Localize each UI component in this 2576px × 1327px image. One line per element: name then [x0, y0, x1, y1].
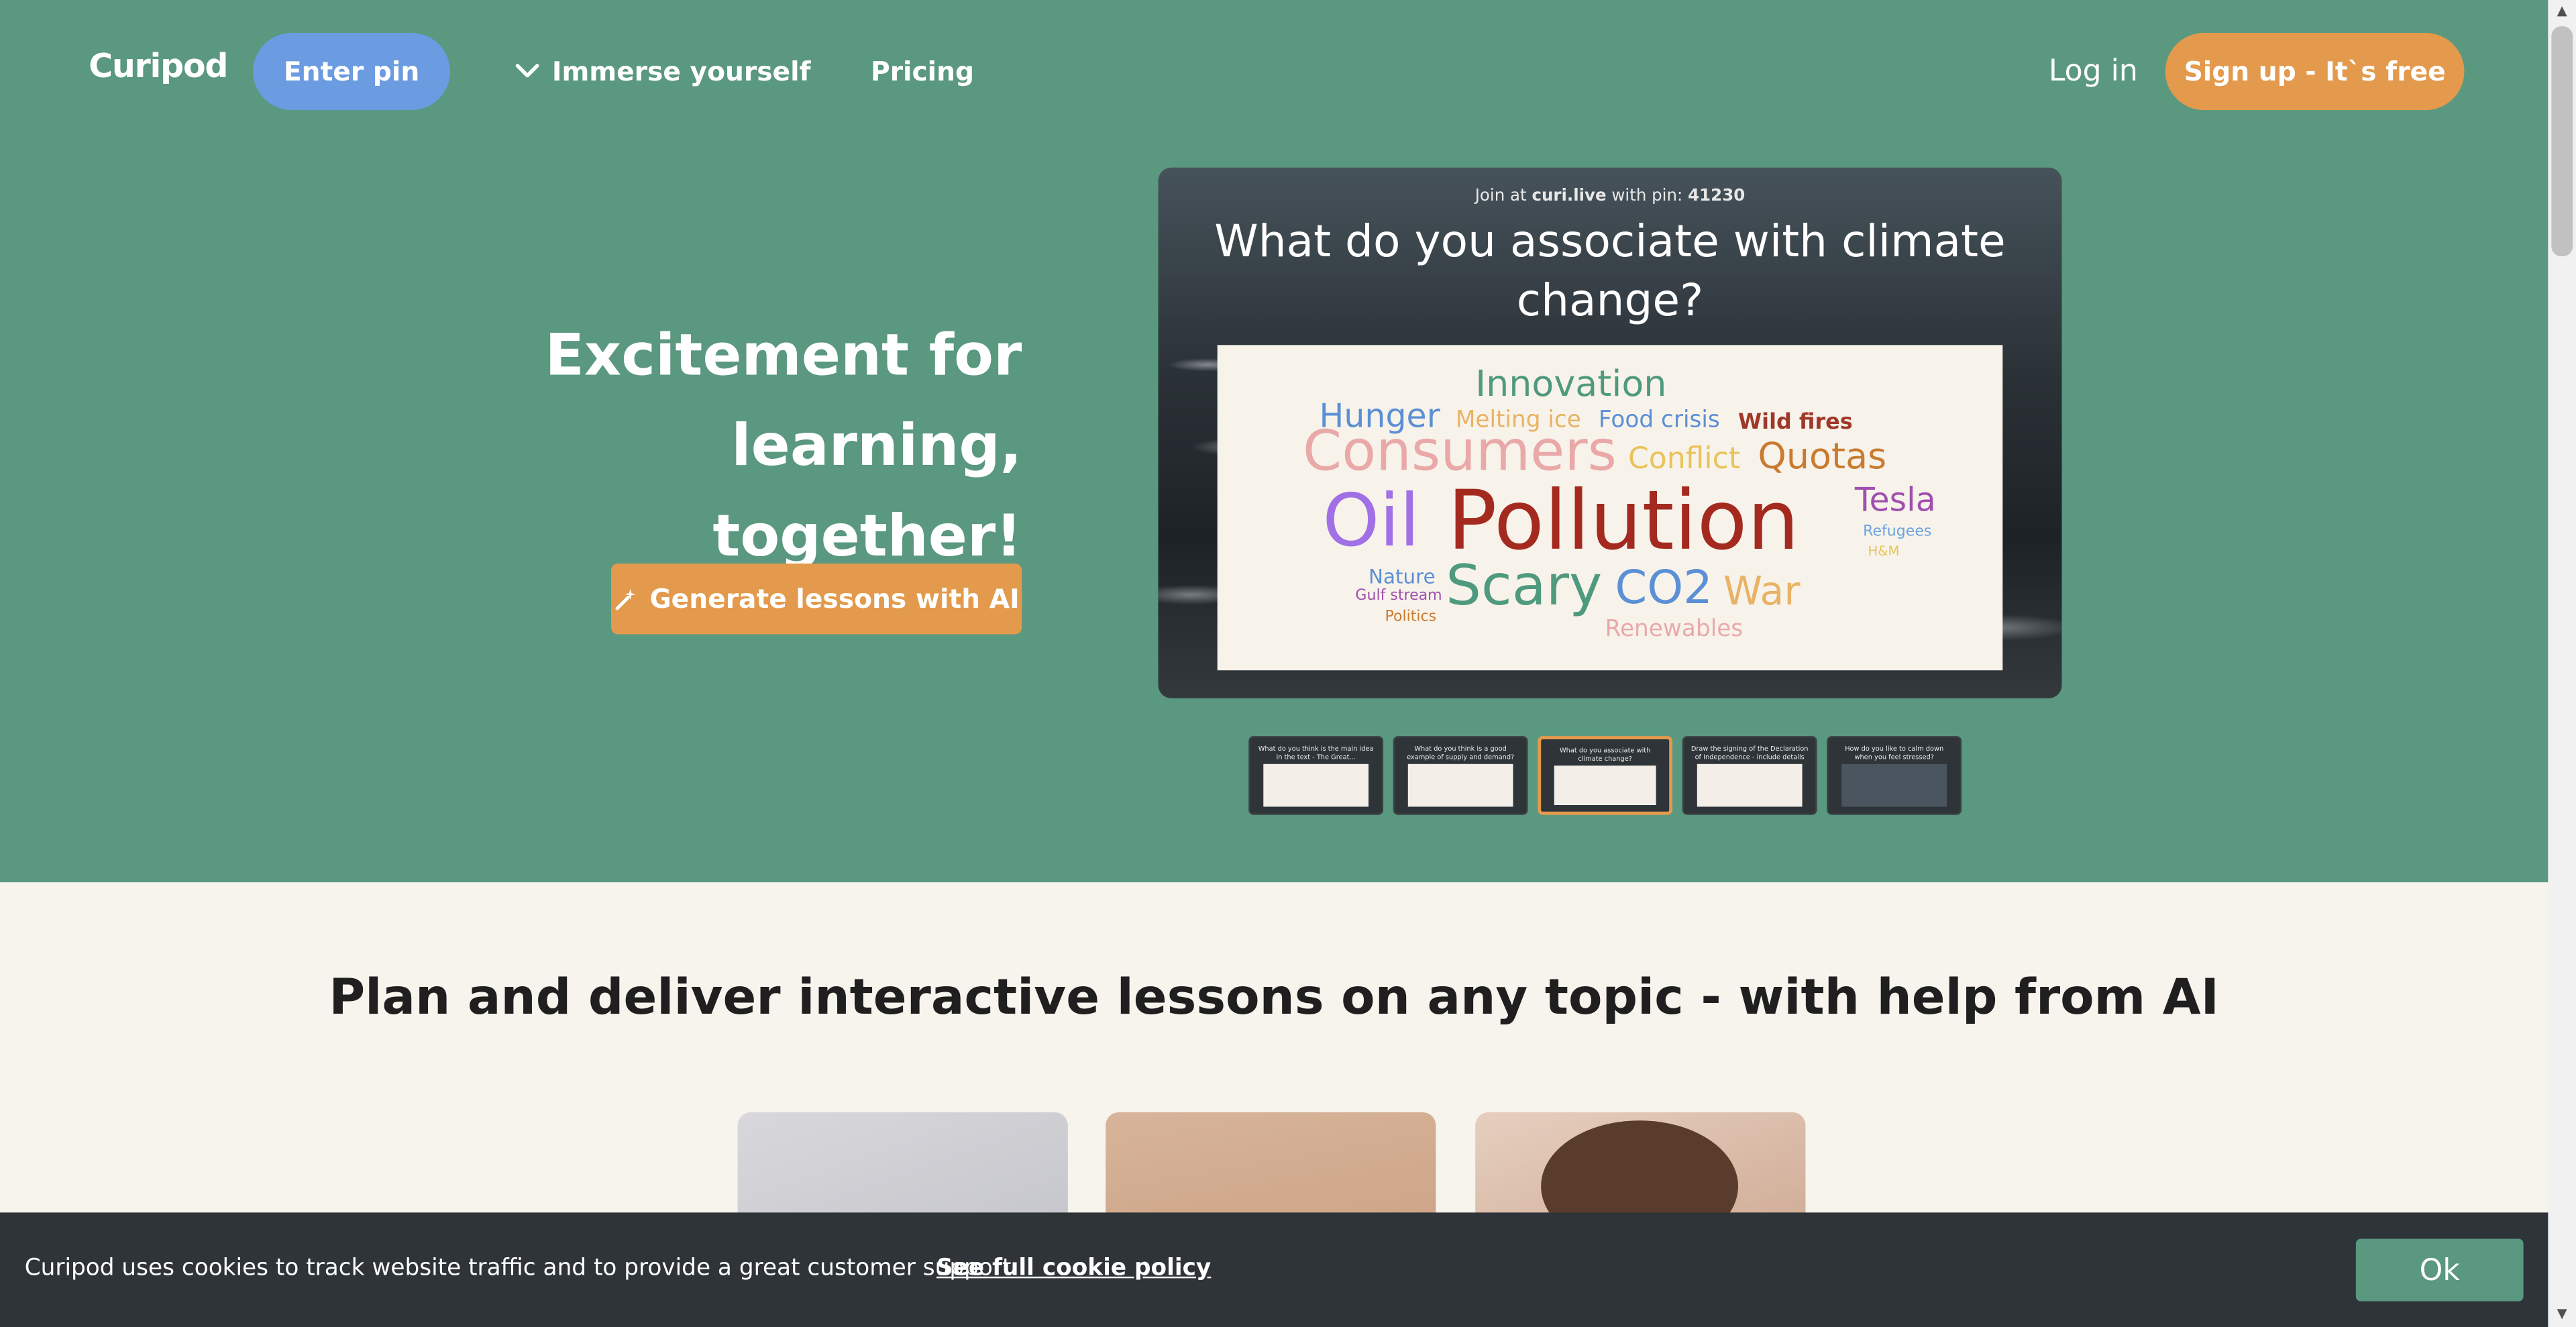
slide-thumbnail[interactable]: What do you think is a good example of s… — [1393, 736, 1528, 815]
slide-thumbnail[interactable]: Draw the signing of the Declaration of I… — [1682, 736, 1817, 815]
word-gulf-stream: Gulf stream — [1355, 588, 1442, 605]
word-co2: CO2 — [1615, 560, 1713, 615]
hero-title: Excitement for learning, together! — [493, 312, 1022, 583]
word-nature: Nature — [1368, 565, 1436, 588]
scroll-up-arrow-icon[interactable]: ▲ — [2553, 3, 2571, 19]
hero-title-line2: learning, together! — [712, 414, 1022, 570]
word-cloud: Innovation Hunger Melting ice Food crisi… — [1217, 345, 2003, 671]
cookie-policy-link[interactable]: See full cookie policy — [936, 1255, 1211, 1281]
word-hm: H&M — [1868, 543, 1900, 559]
join-instructions: Join at curi.live with pin: 41230 — [1474, 187, 1746, 206]
scrollbar-thumb[interactable] — [2551, 26, 2573, 257]
cookie-banner: Curipod uses cookies to track website tr… — [0, 1212, 2548, 1327]
generate-lessons-button[interactable]: Generate lessons with AI — [611, 564, 1022, 635]
scroll-down-arrow-icon[interactable]: ▼ — [2553, 1306, 2571, 1322]
immerse-yourself-label: Immerse yourself — [551, 55, 811, 87]
slide-thumbnail[interactable]: What do you think is the main idea in th… — [1248, 736, 1384, 815]
word-wild-fires: Wild fires — [1738, 411, 1853, 435]
word-war: War — [1723, 568, 1801, 615]
signup-button[interactable]: Sign up - It`s free — [2165, 32, 2465, 111]
curipod-logo[interactable]: Curipod — [89, 46, 228, 86]
word-conflict: Conflict — [1627, 441, 1741, 477]
word-scary: Scary — [1446, 553, 1603, 620]
slide-preview: Join at curi.live with pin: 41230 What d… — [1158, 167, 2062, 698]
cookie-ok-button[interactable]: Ok — [2355, 1238, 2524, 1302]
page: Curipod Enter pin Immerse yourself Prici… — [0, 0, 2576, 1327]
hero-section: Curipod Enter pin Immerse yourself Prici… — [0, 0, 2548, 883]
cookie-message: Curipod uses cookies to track website tr… — [24, 1255, 1019, 1282]
word-refugees: Refugees — [1863, 524, 1932, 541]
section-title: Plan and deliver interactive lessons on … — [329, 969, 2220, 1027]
magic-wand-icon — [616, 588, 637, 610]
hero-title-line1: Excitement for — [545, 323, 1022, 390]
immerse-yourself-menu[interactable]: Immerse yourself — [513, 51, 811, 91]
word-oil: Oil — [1322, 480, 1420, 564]
enter-pin-button[interactable]: Enter pin — [253, 32, 451, 111]
pricing-link[interactable]: Pricing — [871, 51, 974, 91]
login-link[interactable]: Log in — [2049, 49, 2138, 92]
word-innovation: Innovation — [1475, 364, 1667, 406]
word-renewables: Renewables — [1605, 616, 1743, 643]
word-consumers: Consumers — [1303, 419, 1617, 485]
word-pollution: Pollution — [1447, 473, 1800, 569]
word-quotas: Quotas — [1758, 437, 1887, 478]
word-politics: Politics — [1385, 609, 1437, 627]
slide-question: What do you associate with climate chang… — [1214, 217, 2006, 327]
slide-thumbnails: What do you think is the main idea in th… — [1248, 736, 1962, 815]
generate-lessons-label: Generate lessons with AI — [649, 583, 1020, 615]
slide-thumbnail-active[interactable]: What do you associate with climate chang… — [1538, 736, 1673, 815]
chevron-down-icon — [515, 64, 539, 78]
slide-thumbnail[interactable]: How do you like to calm down when you fe… — [1827, 736, 1962, 815]
word-tesla: Tesla — [1854, 480, 1936, 519]
